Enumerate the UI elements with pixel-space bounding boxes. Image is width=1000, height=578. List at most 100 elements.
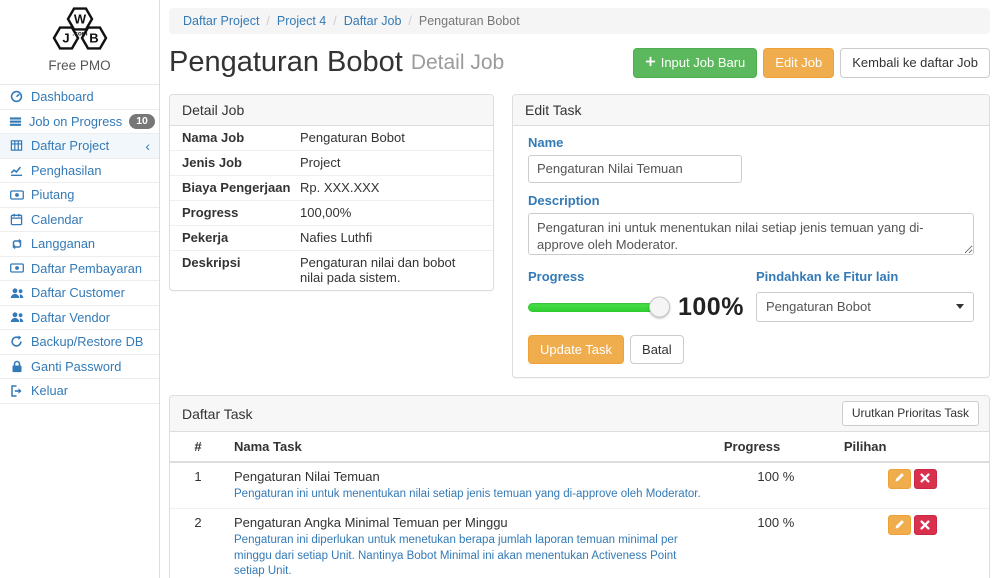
sidebar-item-label: Langganan <box>31 236 95 251</box>
app-logo: W J B .com Free PMO <box>0 0 159 78</box>
sidebar-item-label: Backup/Restore DB <box>31 334 143 349</box>
detail-label: Pekerja <box>182 230 300 245</box>
edit-task-button[interactable] <box>888 469 911 489</box>
task-name: Pengaturan Angka Minimal Temuan per Ming… <box>234 515 708 530</box>
sidebar-item-calendar[interactable]: Calendar <box>0 208 159 233</box>
sidebar-item-piutang[interactable]: Piutang <box>0 183 159 208</box>
sidebar-item-daftar-pembayaran[interactable]: Daftar Pembayaran <box>0 257 159 282</box>
sidebar-item-label: Calendar <box>31 212 83 227</box>
detail-row-nama-job: Nama JobPengaturan Bobot <box>170 126 493 151</box>
sidebar-item-daftar-customer[interactable]: Daftar Customer <box>0 281 159 306</box>
users-icon <box>9 287 24 299</box>
chevron-down-icon <box>956 304 964 309</box>
breadcrumb: Daftar Project/Project 4/Daftar Job/Peng… <box>169 8 990 34</box>
breadcrumb-separator: / <box>333 14 336 28</box>
task-description: Pengaturan ini untuk menentukan nilai se… <box>234 487 708 503</box>
detail-value: Rp. XXX.XXX <box>300 180 379 195</box>
sidebar-item-langganan[interactable]: Langganan <box>0 232 159 257</box>
sidebar-menu: Dashboard Job on Progress 10 Daftar Project… <box>0 84 159 404</box>
task-row: 1 Pengaturan Nilai Temuan Pengaturan ini u… <box>170 462 989 509</box>
edit-task-panel: Edit Task Name Description Pengaturan in… <box>512 94 990 379</box>
kembali-ke-daftar-job-button[interactable]: Kembali ke daftar Job <box>840 48 990 78</box>
task-description-textarea[interactable]: Pengaturan ini untuk menentukan nilai se… <box>528 213 974 255</box>
detail-value: Project <box>300 155 340 170</box>
delete-task-button[interactable] <box>914 515 937 535</box>
logo-letter-w: W <box>73 12 86 27</box>
update-task-button[interactable]: Update Task <box>528 335 624 365</box>
sidebar-item-daftar-project[interactable]: Daftar Project ‹ <box>0 134 159 159</box>
table-icon <box>9 139 24 152</box>
logo-letter-j: J <box>62 31 69 46</box>
detail-label: Deskripsi <box>182 255 300 285</box>
detail-row-biaya-pengerjaan: Biaya PengerjaanRp. XXX.XXX <box>170 176 493 201</box>
task-name-input[interactable] <box>528 155 742 183</box>
task-name: Pengaturan Nilai Temuan <box>234 469 708 484</box>
detail-job-panel: Detail Job Nama JobPengaturan BobotJenis… <box>169 94 494 291</box>
detail-label: Biaya Pengerjaan <box>182 180 300 195</box>
detail-job-panel-title: Detail Job <box>170 95 493 126</box>
sidebar-item-ganti-password[interactable]: Ganti Password <box>0 355 159 380</box>
sidebar-item-label: Ganti Password <box>31 359 121 374</box>
money-icon <box>9 189 24 201</box>
task-description: Pengaturan ini diperlukan untuk menetuka… <box>234 533 708 578</box>
name-label: Name <box>528 135 974 150</box>
money-icon <box>9 262 24 274</box>
sort-priority-button[interactable]: Urutkan Prioritas Task <box>842 401 979 425</box>
x-icon <box>920 518 930 533</box>
move-feature-select[interactable]: Pengaturan Bobot <box>756 292 974 322</box>
column-header-num: # <box>170 432 226 462</box>
task-table-header-row: # Nama Task Progress Pilihan <box>170 432 989 462</box>
daftar-task-panel: Daftar Task Urutkan Prioritas Task # Nam… <box>169 395 990 578</box>
batal-button[interactable]: Batal <box>630 335 684 365</box>
input-job-baru-button[interactable]: Input Job Baru <box>633 48 758 78</box>
edit-job-button[interactable]: Edit Job <box>763 48 834 78</box>
sidebar-item-label: Daftar Vendor <box>31 310 110 325</box>
job-count-badge: 10 <box>129 114 155 129</box>
sidebar: W J B .com Free PMO DashboardJob on Prog… <box>0 0 160 578</box>
task-progress: 100 % <box>716 509 836 578</box>
sidebar-item-penghasilan[interactable]: Penghasilan <box>0 159 159 184</box>
sidebar-item-backup-restore-db[interactable]: Backup/Restore DB <box>0 330 159 355</box>
refresh-icon <box>9 335 24 348</box>
task-table: # Nama Task Progress Pilihan 1Pengaturan… <box>170 432 989 578</box>
breadcrumb-item-project-4[interactable]: Project 4 <box>277 14 326 28</box>
daftar-task-panel-title: Daftar Task <box>182 406 253 422</box>
progress-slider-handle[interactable] <box>649 297 670 318</box>
detail-value: 100,00% <box>300 205 351 220</box>
sidebar-item-keluar[interactable]: Keluar <box>0 379 159 404</box>
detail-value: Pengaturan Bobot <box>300 130 405 145</box>
brand-name: Free PMO <box>0 58 159 73</box>
task-number: 1 <box>170 462 226 509</box>
header-buttons: Input Job Baru Edit Job Kembali ke dafta… <box>633 48 990 78</box>
logo-suffix: .com <box>72 31 87 38</box>
detail-job-table: Nama JobPengaturan BobotJenis JobProject… <box>170 126 493 290</box>
progress-slider[interactable] <box>528 303 660 312</box>
breadcrumb-separator: / <box>266 14 269 28</box>
chevron-left-icon: ‹ <box>145 139 150 153</box>
detail-row-progress: Progress100,00% <box>170 201 493 226</box>
delete-task-button[interactable] <box>914 469 937 489</box>
plus-icon <box>645 55 656 71</box>
sidebar-item-label: Job on Progress <box>29 114 122 129</box>
input-job-baru-label: Input Job Baru <box>661 55 746 71</box>
main-content: Daftar Project/Project 4/Daftar Job/Peng… <box>160 0 1000 578</box>
sidebar-item-label: Daftar Pembayaran <box>31 261 142 276</box>
sidebar-item-label: Daftar Customer <box>31 285 125 300</box>
sidebar-item-label: Daftar Project <box>31 138 109 153</box>
sign-out-icon <box>9 385 24 397</box>
move-feature-label: Pindahkan ke Fitur lain <box>756 269 974 284</box>
edit-task-button[interactable] <box>888 515 911 535</box>
sidebar-item-label: Penghasilan <box>31 163 101 178</box>
sidebar-item-dashboard[interactable]: Dashboard <box>0 85 159 110</box>
line-chart-icon <box>9 164 24 177</box>
sidebar-item-label: Piutang <box>31 187 74 202</box>
breadcrumb-item-daftar-job[interactable]: Daftar Job <box>344 14 402 28</box>
sidebar-item-job-on-progress[interactable]: Job on Progress 10 <box>0 110 159 135</box>
task-row: 2Pengaturan Angka Minimal Temuan per Min… <box>170 509 989 578</box>
task-actions <box>836 509 989 578</box>
x-icon <box>920 471 930 486</box>
task-progress: 100 % <box>716 462 836 509</box>
breadcrumb-item-daftar-project[interactable]: Daftar Project <box>183 14 259 28</box>
sidebar-item-daftar-vendor[interactable]: Daftar Vendor <box>0 306 159 331</box>
detail-row-jenis-job: Jenis JobProject <box>170 151 493 176</box>
